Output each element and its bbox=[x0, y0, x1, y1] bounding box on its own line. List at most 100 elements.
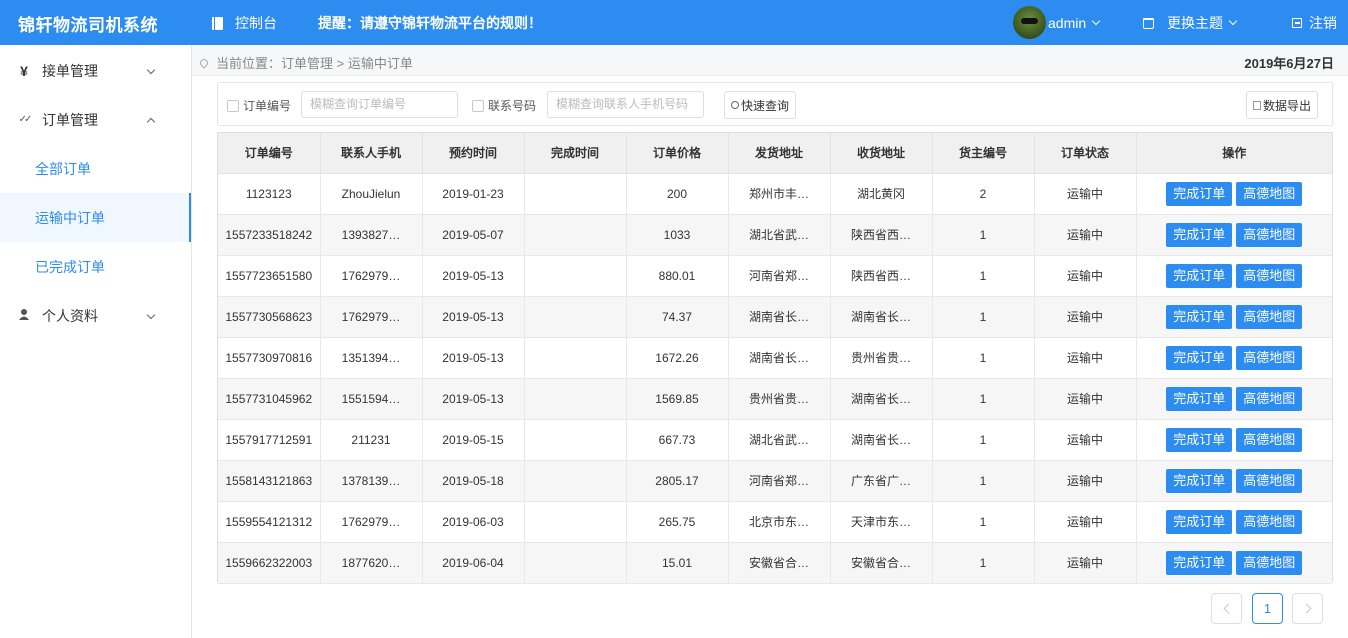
username: admin bbox=[1048, 14, 1087, 31]
ship-address-cell: 湖南省长… bbox=[728, 296, 831, 338]
receive-address-cell: 湖南省长… bbox=[830, 419, 933, 461]
amap-button[interactable]: 高德地图 bbox=[1236, 345, 1303, 370]
phone-input[interactable]: 模糊查询联系人手机号码 bbox=[547, 91, 704, 118]
booking-time-cell: 2019-01-23 bbox=[422, 173, 525, 215]
sidebar-subitem-completed[interactable]: 已完成订单 bbox=[0, 242, 191, 291]
table-row: 1559662322003 1877620… 2019-06-04 15.01 安徽省合… bbox=[218, 542, 1332, 584]
finish-time-cell bbox=[524, 255, 627, 297]
checkbox-box bbox=[227, 99, 239, 112]
table-row: 1557917712591 211231 2019-05-15 667.73 湖北省武…… bbox=[218, 419, 1332, 461]
finish-time-cell bbox=[524, 378, 627, 420]
console-label: 控制台 bbox=[235, 15, 277, 31]
column-header: 预约时间 bbox=[422, 133, 525, 174]
phone-checkbox[interactable]: 联系号码 bbox=[472, 97, 536, 114]
order-status-cell: 运输中 bbox=[1034, 337, 1137, 379]
amap-button[interactable]: 高德地图 bbox=[1236, 304, 1303, 329]
column-header: 完成时间 bbox=[524, 133, 627, 174]
amap-button[interactable]: 高德地图 bbox=[1236, 468, 1303, 493]
order-number-checkbox[interactable]: 订单编号 bbox=[227, 97, 291, 114]
sidebar-item-order-management[interactable]: ✓✓ 订单管理 bbox=[0, 95, 191, 144]
complete-order-button[interactable]: 完成订单 bbox=[1166, 304, 1233, 329]
quick-search-label: 快速查询 bbox=[740, 98, 789, 113]
amap-button[interactable]: 高德地图 bbox=[1236, 386, 1303, 411]
amap-button[interactable]: 高德地图 bbox=[1236, 263, 1303, 288]
table-row: 1559554121312 1762979… 2019-06-03 265.75 北京市… bbox=[218, 501, 1332, 543]
order-status-cell: 运输中 bbox=[1034, 460, 1137, 502]
contact-phone-cell: 1393827… bbox=[320, 214, 423, 256]
current-date: 2019年6月27日 bbox=[1244, 56, 1334, 71]
amap-button[interactable]: 高德地图 bbox=[1236, 181, 1303, 206]
breadcrumb-text: 当前位置：订单管理 > 运输中订单 bbox=[216, 56, 413, 71]
quick-search-button[interactable]: 快速查询 bbox=[724, 91, 796, 119]
prev-page-button[interactable] bbox=[1211, 593, 1242, 624]
complete-order-button[interactable]: 完成订单 bbox=[1166, 427, 1233, 452]
booking-time-cell: 2019-05-13 bbox=[422, 296, 525, 338]
order-number-cell: 1559662322003 bbox=[218, 542, 321, 584]
actions-cell: 完成订单 高德地图 bbox=[1136, 255, 1332, 297]
column-header: 订单价格 bbox=[626, 133, 729, 174]
order-number-label: 订单编号 bbox=[243, 99, 292, 113]
page-1-button[interactable]: 1 bbox=[1252, 593, 1283, 624]
complete-order-button[interactable]: 完成订单 bbox=[1166, 345, 1233, 370]
sidebar-item-orders-accept[interactable]: ¥ 接单管理 bbox=[0, 46, 191, 95]
sidebar-subitem-all-orders[interactable]: 全部订单 bbox=[0, 144, 191, 193]
receive-address-cell: 天津市东… bbox=[830, 501, 933, 543]
actions-cell: 完成订单 高德地图 bbox=[1136, 337, 1332, 379]
contact-phone-cell: 1351394… bbox=[320, 337, 423, 379]
amap-button[interactable]: 高德地图 bbox=[1236, 427, 1303, 452]
contact-phone-cell: 1762979… bbox=[320, 255, 423, 297]
filter-bar: 订单编号 模糊查询订单编号 联系号码 模糊查询联系人手机号码 快速查询 数据导出 bbox=[217, 82, 1333, 126]
contact-phone-cell: 1762979… bbox=[320, 501, 423, 543]
owner-id-cell: 1 bbox=[932, 501, 1035, 543]
ship-address-cell: 北京市东… bbox=[728, 501, 831, 543]
complete-order-button[interactable]: 完成订单 bbox=[1166, 550, 1233, 575]
order-number-cell: 1559554121312 bbox=[218, 501, 321, 543]
owner-id-cell: 1 bbox=[932, 419, 1035, 461]
sidebar-item-profile[interactable]: 个人资料 bbox=[0, 291, 191, 340]
complete-order-button[interactable]: 完成订单 bbox=[1166, 386, 1233, 411]
complete-order-button[interactable]: 完成订单 bbox=[1166, 263, 1233, 288]
export-button[interactable]: 数据导出 bbox=[1246, 91, 1318, 119]
order-price-cell: 74.37 bbox=[626, 296, 729, 338]
complete-order-button[interactable]: 完成订单 bbox=[1166, 181, 1233, 206]
sidebar-subitem-in-transit[interactable]: 运输中订单 bbox=[0, 193, 191, 242]
amap-button[interactable]: 高德地图 bbox=[1236, 222, 1303, 247]
complete-order-button[interactable]: 完成订单 bbox=[1166, 468, 1233, 493]
ship-address-cell: 郑州市丰… bbox=[728, 173, 831, 215]
breadcrumb: 当前位置：订单管理 > 运输中订单 bbox=[198, 53, 413, 72]
console-link[interactable]: 控制台 bbox=[212, 13, 277, 33]
book-icon bbox=[212, 16, 223, 30]
theme-menu[interactable]: 更换主题 bbox=[1143, 13, 1238, 33]
double-check-icon: ✓✓ bbox=[18, 114, 33, 125]
phone-label: 联系号码 bbox=[488, 99, 537, 113]
finish-time-cell bbox=[524, 419, 627, 461]
ship-address-cell: 湖北省武… bbox=[728, 419, 831, 461]
booking-time-cell: 2019-05-13 bbox=[422, 255, 525, 297]
orders-table: 订单编号 联系人手机 预约时间 完成时间 订单价格 发货地址 收货地址 货主编号 订单状态 操作 … bbox=[217, 132, 1333, 584]
complete-order-button[interactable]: 完成订单 bbox=[1166, 222, 1233, 247]
export-icon bbox=[1252, 100, 1261, 110]
next-page-button[interactable] bbox=[1292, 593, 1323, 624]
user-menu[interactable]: admin bbox=[1013, 6, 1101, 39]
column-header: 操作 bbox=[1136, 133, 1332, 174]
booking-time-cell: 2019-05-15 bbox=[422, 419, 525, 461]
logout-button[interactable]: 注销 bbox=[1292, 13, 1337, 33]
amap-button[interactable]: 高德地图 bbox=[1236, 509, 1303, 534]
table-row: 1557730568623 1762979… 2019-05-13 74.37 湖南省长… bbox=[218, 296, 1332, 338]
sidebar-item-label: 订单管理 bbox=[42, 111, 98, 128]
order-price-cell: 2805.17 bbox=[626, 460, 729, 502]
table-row: 1557233518242 1393827… 2019-05-07 1033 湖北省武…… bbox=[218, 214, 1332, 256]
chevron-up-icon bbox=[146, 117, 156, 127]
order-number-input[interactable]: 模糊查询订单编号 bbox=[301, 91, 458, 118]
finish-time-cell bbox=[524, 337, 627, 379]
owner-id-cell: 1 bbox=[932, 255, 1035, 297]
amap-button[interactable]: 高德地图 bbox=[1236, 550, 1303, 575]
contact-phone-cell: ZhouJielun bbox=[320, 173, 423, 215]
receive-address-cell: 安徽省合… bbox=[830, 542, 933, 584]
order-status-cell: 运输中 bbox=[1034, 378, 1137, 420]
complete-order-button[interactable]: 完成订单 bbox=[1166, 509, 1233, 534]
booking-time-cell: 2019-06-04 bbox=[422, 542, 525, 584]
table-row: 1557723651580 1762979… 2019-05-13 880.01 河南省… bbox=[218, 255, 1332, 297]
person-icon bbox=[17, 308, 31, 323]
finish-time-cell bbox=[524, 214, 627, 256]
